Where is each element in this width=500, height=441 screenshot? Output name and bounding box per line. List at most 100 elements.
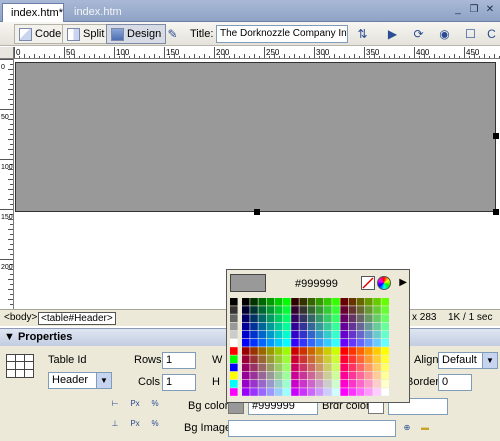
color-swatch[interactable] [242,371,250,380]
color-swatch[interactable] [315,322,324,331]
color-swatch[interactable] [250,306,258,314]
color-swatch[interactable] [250,388,258,396]
color-swatch[interactable] [274,298,283,306]
color-swatch[interactable] [356,347,365,355]
color-swatch[interactable] [283,380,291,388]
color-swatch[interactable] [258,347,266,355]
color-swatch[interactable] [340,363,348,372]
color-swatch[interactable] [242,388,250,396]
visual-aids-icon[interactable]: ☐ [462,26,479,42]
table-resize-handle-right[interactable] [493,133,499,139]
color-swatch[interactable] [274,314,283,322]
color-swatch[interactable] [283,371,291,380]
color-swatch[interactable] [258,380,266,388]
color-swatch[interactable] [356,363,365,372]
convert-widths-to-pixels-icon[interactable]: Px [128,398,142,410]
default-color-icon[interactable] [361,276,375,290]
color-swatch[interactable] [299,330,307,339]
color-swatch[interactable] [356,339,365,347]
color-swatch[interactable] [299,298,307,306]
color-swatch[interactable] [266,355,275,363]
table-id-select[interactable]: Header ▼ [48,372,112,389]
color-swatch[interactable] [230,380,238,388]
clear-row-heights-icon[interactable]: ⊥ [108,418,122,430]
color-swatch[interactable] [230,298,238,306]
color-swatch[interactable] [324,371,332,380]
color-swatch[interactable] [356,298,365,306]
color-swatch[interactable] [381,371,389,380]
color-swatch[interactable] [332,347,340,355]
color-swatch[interactable] [340,306,348,314]
color-swatch[interactable] [356,314,365,322]
validate-icon[interactable]: C [483,26,500,42]
color-swatch[interactable] [381,322,389,331]
color-swatch[interactable] [365,339,373,347]
color-swatch[interactable] [274,380,283,388]
color-swatch[interactable] [242,330,250,339]
color-swatch[interactable] [274,388,283,396]
color-swatch[interactable] [242,363,250,372]
color-swatch[interactable] [340,298,348,306]
color-swatch[interactable] [258,355,266,363]
picker-menu-arrow-icon[interactable]: ▶ [399,277,407,288]
color-swatch[interactable] [274,339,283,347]
color-swatch[interactable] [299,306,307,314]
color-swatch[interactable] [299,371,307,380]
color-swatch[interactable] [266,347,275,355]
color-swatch[interactable] [283,306,291,314]
color-swatch[interactable] [283,347,291,355]
color-swatch[interactable] [230,363,238,372]
color-swatch[interactable] [373,363,381,372]
color-swatch[interactable] [258,322,266,331]
color-swatch[interactable] [291,314,299,322]
color-swatch[interactable] [274,363,283,372]
refresh-design-icon[interactable]: ⟳ [410,26,427,42]
color-swatch[interactable] [381,380,389,388]
color-swatch[interactable] [340,380,348,388]
color-swatch[interactable] [258,314,266,322]
view-options-icon[interactable]: ◉ [436,26,453,42]
color-swatch[interactable] [340,371,348,380]
restore-icon[interactable]: ❐ [468,4,480,16]
color-swatch[interactable] [365,314,373,322]
color-swatch[interactable] [283,298,291,306]
color-swatch[interactable] [332,371,340,380]
color-swatch[interactable] [307,330,316,339]
color-swatch[interactable] [307,339,316,347]
color-swatch[interactable] [356,322,365,331]
browse-folder-icon[interactable]: ▬ [418,422,432,434]
design-view-button[interactable]: Design [106,24,167,44]
color-swatch[interactable] [340,355,348,363]
color-swatch[interactable] [266,380,275,388]
color-swatch[interactable] [381,347,389,355]
color-swatch[interactable] [324,380,332,388]
color-swatch[interactable] [242,355,250,363]
color-swatch[interactable] [299,347,307,355]
header-table[interactable] [15,62,496,212]
color-swatch[interactable] [283,363,291,372]
color-swatch[interactable] [340,322,348,331]
color-swatch[interactable] [299,380,307,388]
color-swatch[interactable] [307,306,316,314]
color-swatch[interactable] [307,314,316,322]
color-swatch[interactable] [258,339,266,347]
color-swatch[interactable] [340,330,348,339]
color-swatch[interactable] [373,322,381,331]
color-swatch[interactable] [324,339,332,347]
color-swatch[interactable] [242,339,250,347]
color-swatch[interactable] [365,363,373,372]
convert-heights-to-pixels-icon[interactable]: Px [128,418,142,430]
color-swatch[interactable] [356,380,365,388]
color-swatch[interactable] [348,339,357,347]
color-swatch[interactable] [324,363,332,372]
color-swatch[interactable] [274,322,283,331]
color-swatch[interactable] [332,339,340,347]
color-swatch[interactable] [381,339,389,347]
color-swatch[interactable] [291,388,299,396]
bg-image-input[interactable] [228,420,396,437]
color-swatch[interactable] [299,388,307,396]
color-swatch[interactable] [230,355,238,363]
color-swatch[interactable] [356,306,365,314]
tag-selector-body[interactable]: <body> [2,312,39,323]
color-swatch[interactable] [324,322,332,331]
